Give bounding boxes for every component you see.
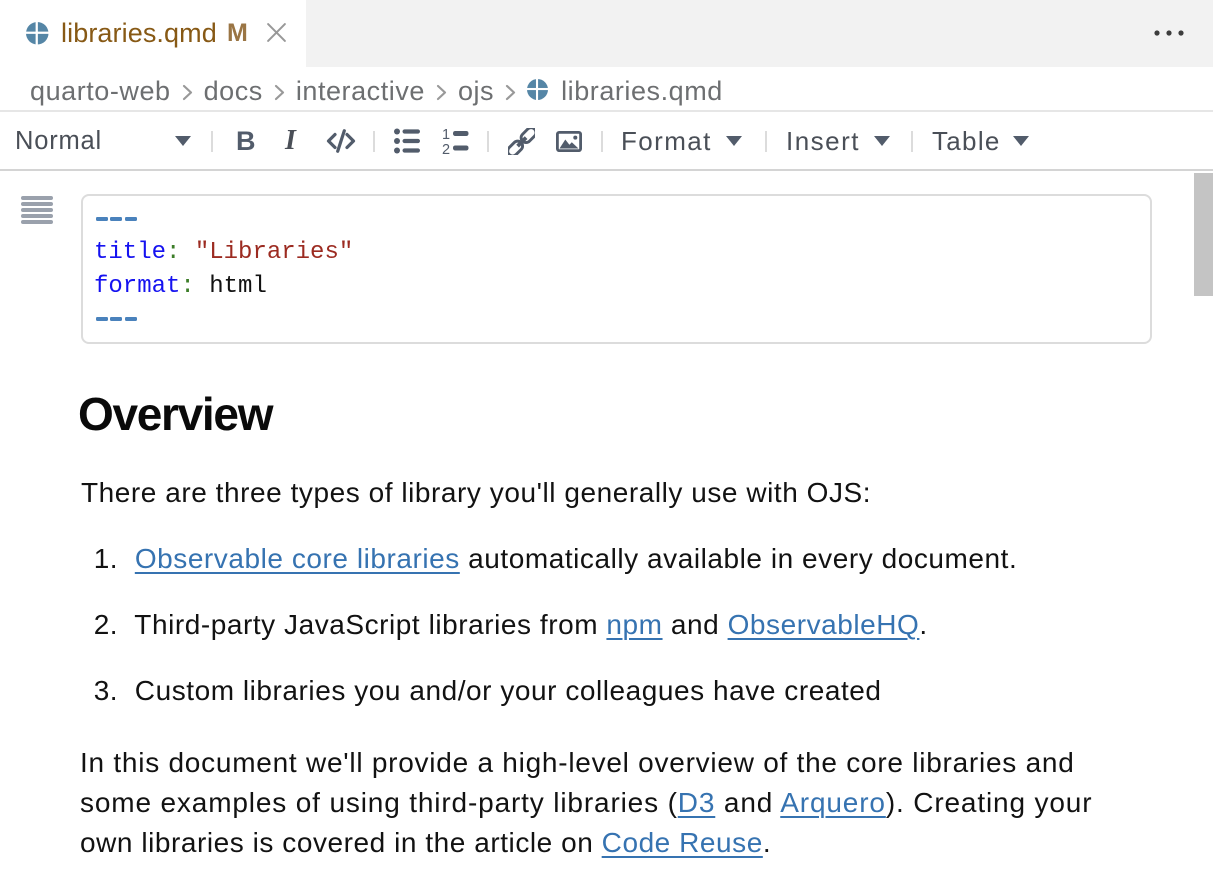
svg-text:1: 1 bbox=[442, 127, 450, 143]
svg-text:2: 2 bbox=[442, 142, 450, 156]
